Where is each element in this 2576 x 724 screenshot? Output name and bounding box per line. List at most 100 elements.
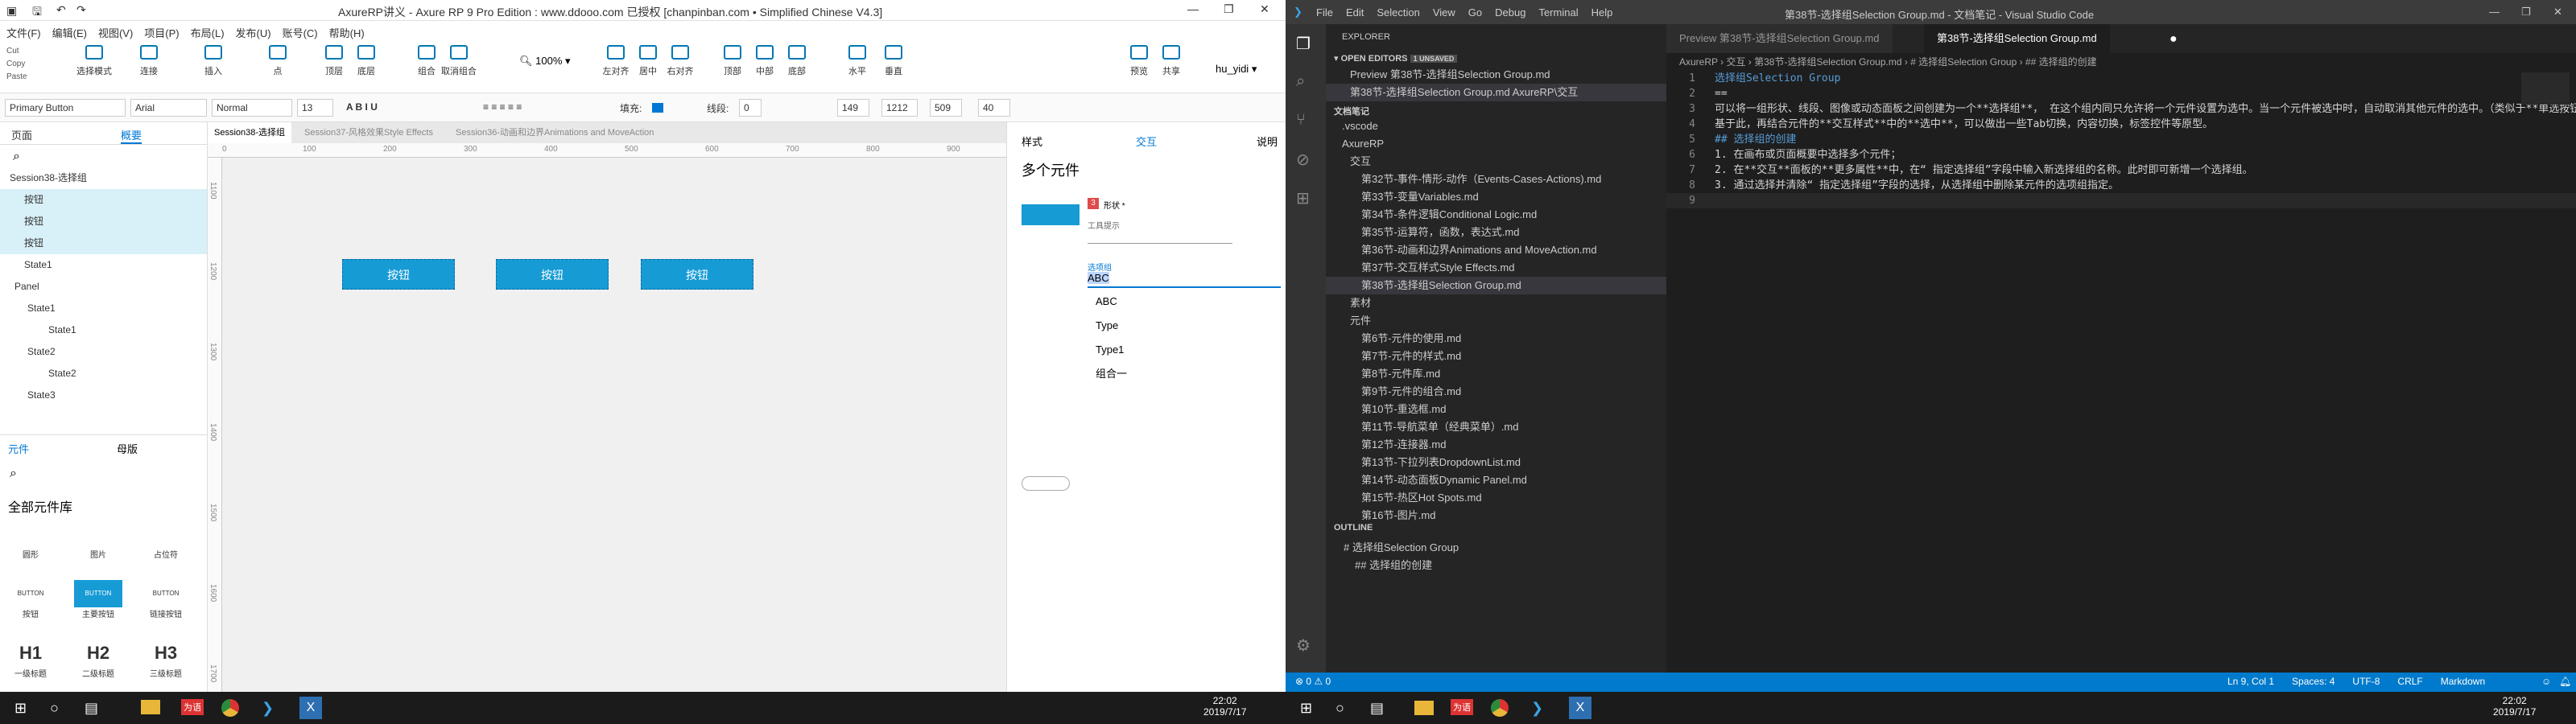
tool-button[interactable]: 右对齐 [660,45,700,77]
source-control-icon[interactable]: ⑂ [1296,111,1306,130]
search-icon[interactable]: ⌕ [1296,72,1305,91]
tool-button[interactable]: 点 [258,45,298,77]
vscode-taskbar-icon[interactable]: ❯ [1531,700,1543,717]
selection-group-input[interactable]: ABC [1088,272,1281,288]
folder-header[interactable]: 文档笔记 [1334,105,1369,117]
menu-item[interactable]: Selection [1377,6,1419,19]
vscode-taskbar-icon[interactable]: ❯ [262,700,274,717]
menu-item[interactable]: Go [1468,6,1482,19]
menu-item[interactable]: Edit [1346,6,1364,19]
canvas-button[interactable]: 按钮 [496,259,609,290]
menu-item[interactable]: File [1316,6,1333,19]
tool-button[interactable]: 取消组合 [439,45,479,77]
file-explorer-icon[interactable] [141,700,160,714]
outline-item[interactable]: State1 [0,319,207,341]
undo-icon[interactable]: ↶ [56,3,66,17]
menu-item[interactable]: 账号(C) [283,27,318,39]
file-tree-item[interactable]: 第7节-元件的样式.md [1326,348,1666,365]
canvas-area[interactable]: Session38-选择组 Session37-风格效果Style Effects… [208,122,1006,692]
outline-item[interactable]: State1 [0,254,207,276]
status-item[interactable]: Spaces: 4 [2292,676,2334,687]
tool-button[interactable]: 共享 [1151,45,1191,77]
tab-preview[interactable]: Preview 第38节-选择组Selection Group.md [1666,24,1893,53]
library-widget[interactable]: H3 三级标题 [142,640,190,679]
outline-item[interactable]: 按钮 [0,189,207,211]
library-widget[interactable]: BUTTON 按钮 [6,580,55,619]
align-icons[interactable]: ≡ ≡ ≡ ≡ ≡ [483,101,522,113]
y-field[interactable]: 1212 [881,99,918,117]
font-select[interactable]: Arial [130,99,207,117]
outline-item[interactable]: State2 [0,341,207,363]
library-widget[interactable]: BUTTON 链接按钮 [142,580,190,619]
file-tree-item[interactable]: AxureRP [1326,135,1666,153]
dropdown-option[interactable]: Type [1088,314,1281,338]
outline-header[interactable]: OUTLINE [1334,523,1373,533]
gear-icon[interactable]: ⚙ [1296,636,1311,656]
library-widget[interactable]: 占位符 [142,520,190,560]
code-line[interactable]: 9 [1666,193,2576,208]
file-tree-item[interactable]: 交互 [1326,153,1666,171]
minimize-icon[interactable]: — [2489,6,2500,18]
dropdown-option[interactable]: 组合一 [1088,362,1281,386]
menu-item[interactable]: Debug [1495,6,1525,19]
files-icon[interactable]: ❐ [1296,34,1311,54]
file-tree-item[interactable]: 元件 [1326,312,1666,330]
code-line[interactable]: 7 2. 在**交互**面板的**更多属性**中，在“ 指定选择组”字段中输入新选… [1666,162,2576,178]
tool-button[interactable]: 底层 [346,45,386,77]
code-line[interactable]: 3 可以将一组形状、线段、图像或动态面板之间创建为一个**选择组**， 在这个组内… [1666,101,2576,117]
open-editor-item[interactable]: Preview 第38节-选择组Selection Group.md [1326,66,1666,84]
file-tree-item[interactable]: 第34节-条件逻辑Conditional Logic.md [1326,206,1666,224]
axure-taskbar-icon[interactable]: X [299,697,322,719]
close-icon[interactable]: ✕ [2553,6,2562,19]
task-view-icon[interactable]: ▤ [1370,700,1384,717]
outline-item[interactable]: State2 [0,363,207,385]
toggle[interactable] [1022,476,1070,491]
search-icon[interactable]: ○ [1335,700,1344,717]
windows-start-icon[interactable]: ⊞ [1300,700,1312,717]
tool-button[interactable]: 垂直 [873,45,914,77]
doc-tab[interactable]: Session36-动画和边界Animations and MoveAction [449,122,660,143]
tool-button[interactable]: 底部 [777,45,817,77]
outline-item[interactable]: Session38-选择组 [0,167,207,189]
dropdown-option[interactable]: Type1 [1088,338,1281,362]
outline-item[interactable]: State1 [0,298,207,319]
tab-widgets[interactable]: 元件 [8,441,29,456]
search-icon[interactable]: ⌕ [10,467,17,481]
tool-button[interactable]: 水平 [837,45,877,77]
tab-markdown-source[interactable]: 第38节-选择组Selection Group.md [1924,24,2110,53]
debug-icon[interactable]: ⊘ [1296,150,1310,170]
feedback-icon[interactable]: ☺ [2541,676,2551,687]
file-explorer-icon[interactable] [1414,701,1434,715]
file-tree-item[interactable]: 第9节-元件的组合.md [1326,383,1666,401]
dropdown-option[interactable]: ABC [1088,290,1281,314]
file-tree-item[interactable]: 第8节-元件库.md [1326,365,1666,383]
tab-notes[interactable]: 说明 [1257,134,1278,149]
paste-button[interactable]: Paste [6,71,27,84]
tool-button[interactable]: 选择模式 [74,45,114,77]
problems-status[interactable]: ⊗ 0 ⚠ 0 [1295,676,1331,687]
chrome-icon[interactable] [221,699,239,717]
outline-item[interactable]: State3 [0,385,207,406]
bell-icon[interactable]: 🔔︎ [2559,676,2571,687]
menu-item[interactable]: 帮助(H) [329,27,365,39]
code-line[interactable]: 4 基于此，再结合元件的**交互样式**中的**选中**，可以做出一些Tab切换，… [1666,117,2576,132]
line-width-field[interactable]: 0 [739,99,762,117]
canvas-button[interactable]: 按钮 [641,259,753,290]
file-tree-item[interactable]: 第32节-事件-情形-动作（Events-Cases-Actions).md [1326,171,1666,188]
file-tree-item[interactable]: 第36节-动画和边界Animations and MoveAction.md [1326,241,1666,259]
weight-select[interactable]: Normal [212,99,292,117]
library-widget[interactable]: H1 一级标题 [6,640,55,679]
outline-symbol[interactable]: # 选择组Selection Group [1326,539,1666,557]
code-line[interactable]: 6 1. 在画布或页面概要中选择多个元件； [1666,147,2576,162]
user-menu[interactable]: hu_yidi ▾ [1216,63,1257,76]
bold-icon[interactable]: A B I U [346,101,378,113]
file-tree-item[interactable]: 第11节-导航菜单（经典菜单）.md [1326,418,1666,436]
file-tree-item[interactable]: 素材 [1326,294,1666,312]
file-tree-item[interactable]: .vscode [1326,117,1666,135]
file-tree-item[interactable]: 第33节-变量Variables.md [1326,188,1666,206]
app-red-icon[interactable]: 为语 [1451,699,1473,715]
tooltip-input[interactable] [1088,243,1232,244]
file-tree-item[interactable]: 第12节-连接器.md [1326,436,1666,454]
save-icon[interactable]: 🖫 [32,3,42,23]
x-field[interactable]: 149 [837,99,869,117]
